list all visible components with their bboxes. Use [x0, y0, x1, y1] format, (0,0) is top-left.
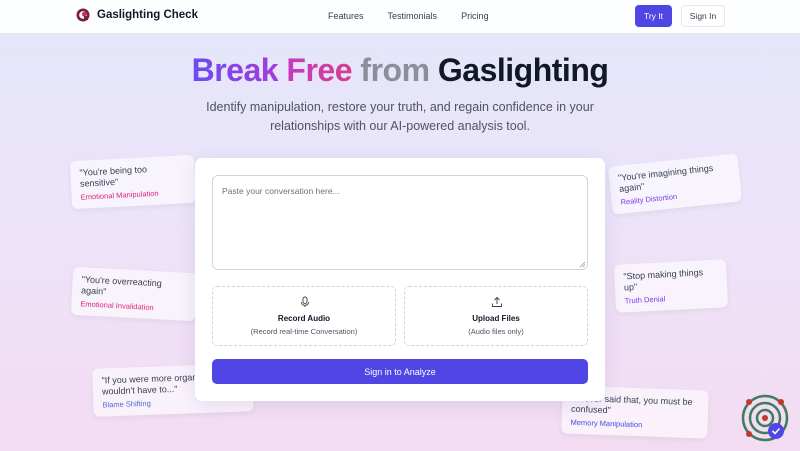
quote-text: "You're being too sensitive" [79, 164, 148, 189]
brand-logo-icon [76, 8, 90, 22]
quote-tag: Emotional Manipulation [80, 188, 159, 202]
quote-card: "Stop making things up" Truth Denial [613, 259, 729, 313]
brand-name: Gaslighting Check [97, 9, 198, 21]
headline-word-2: Free [286, 52, 353, 88]
quote-card: "You're overreacting again" Emotional In… [70, 266, 198, 322]
headline-word-3: from [360, 52, 430, 88]
conversation-input[interactable] [212, 175, 588, 270]
hero-subtitle: Identify manipulation, restore your trut… [206, 100, 594, 133]
sign-in-to-analyze-button[interactable]: Sign in to Analyze [212, 359, 588, 384]
brand[interactable]: Gaslighting Check [76, 8, 198, 22]
top-navbar: Gaslighting Check Features Testimonials … [0, 0, 800, 34]
record-audio-subtitle: (Record real-time Conversation) [250, 327, 358, 336]
record-audio-title: Record Audio [277, 314, 331, 323]
headline-word-1: Break [191, 52, 279, 88]
upload-files-title: Upload Files [472, 314, 520, 323]
upload-files-button[interactable]: Upload Files (Audio files only) [404, 286, 588, 346]
chat-widget-icon[interactable] [740, 393, 790, 443]
quote-text: "Stop making things up" [623, 267, 704, 293]
resize-handle-icon[interactable] [579, 261, 586, 268]
nav-link-testimonials[interactable]: Testimonials [388, 11, 438, 21]
upload-files-subtitle: (Audio files only) [468, 327, 524, 336]
upload-icon [492, 296, 502, 307]
analyzer-card: Record Audio (Record real-time Conversat… [195, 158, 605, 401]
quote-card: "You're imagining things again" Reality … [607, 153, 743, 215]
microphone-icon [301, 296, 309, 307]
nav-links: Features Testimonials Pricing [328, 11, 513, 21]
hero-headline: Break Free from Gaslighting [0, 52, 800, 89]
record-audio-button[interactable]: Record Audio (Record real-time Conversat… [212, 286, 396, 346]
try-it-button[interactable]: Try It [635, 5, 672, 27]
quote-tag: Emotional Invalidation [80, 299, 154, 313]
quote-tag: Memory Manipulation [570, 417, 643, 430]
sign-in-button[interactable]: Sign In [681, 5, 725, 27]
nav-link-features[interactable]: Features [328, 11, 364, 21]
nav-link-pricing[interactable]: Pricing [461, 11, 489, 21]
quote-tag: Truth Denial [624, 294, 666, 306]
quote-card: "You're being too sensitive" Emotional M… [69, 154, 197, 210]
headline-word-4: Gaslighting [437, 52, 609, 88]
quote-text: "You're overreacting again" [80, 274, 162, 297]
